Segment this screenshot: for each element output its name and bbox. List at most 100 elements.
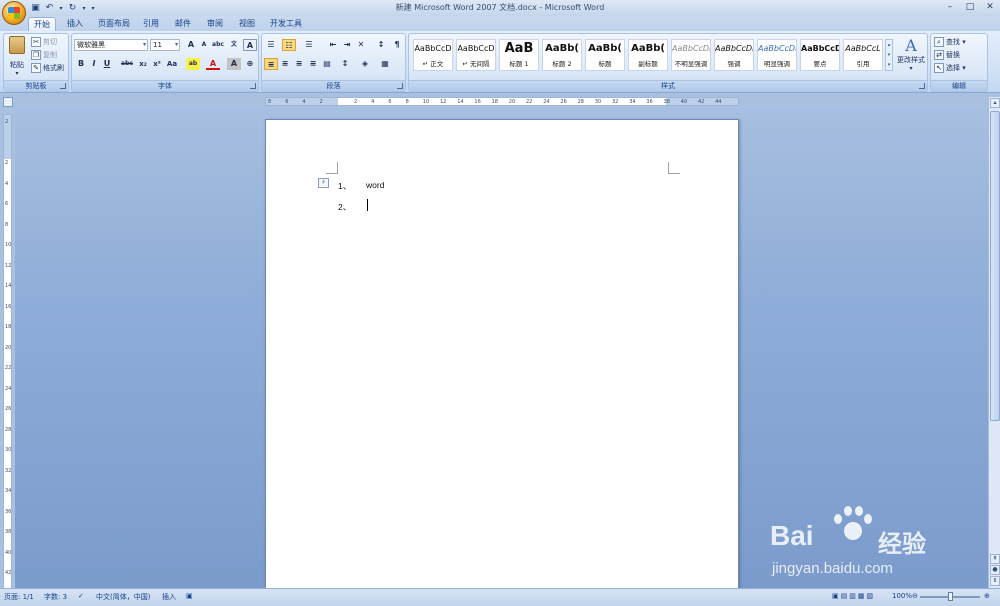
minimize-button[interactable]: – <box>944 1 956 13</box>
style-subtitle[interactable]: AaBb(副标题 <box>628 39 668 71</box>
close-button[interactable]: ✕ <box>984 1 996 13</box>
style-quote[interactable]: AaBbCcL 引用 <box>843 39 883 71</box>
horizontal-ruler[interactable]: 8 6 4 2 2 4 6 8 10 12 14 16 18 20 22 24 26 28 30 32 34 36 38 40… <box>265 97 739 106</box>
margin-corner-mark <box>326 162 338 174</box>
tab-page-layout[interactable]: 页面布局 <box>94 17 134 31</box>
select-button[interactable]: ↖ 选择 ▾ <box>934 63 966 73</box>
superscript-button[interactable]: x² <box>150 58 164 70</box>
scroll-thumb[interactable] <box>990 111 1000 421</box>
dialog-launcher-icon[interactable] <box>397 83 403 89</box>
subscript-button[interactable]: x₂ <box>136 58 150 70</box>
numbering-button[interactable]: ☷ <box>282 39 296 51</box>
style-heading-1[interactable]: AaB 标题 1 <box>499 39 539 71</box>
maximize-button[interactable]: □ <box>964 1 976 13</box>
style-heading-2[interactable]: AaBb(标题 2 <box>542 39 582 71</box>
styles-scroll[interactable]: ▴ ▾ ▾ <box>885 39 893 71</box>
font-family-select[interactable]: 微软雅黑 ▾ <box>74 39 148 51</box>
tab-developer[interactable]: 开发工具 <box>266 17 306 31</box>
style-strong[interactable]: AaBbCcDc要点 <box>800 39 840 71</box>
shrink-font-button[interactable]: A <box>197 39 211 51</box>
dialog-launcher-icon[interactable] <box>250 83 256 89</box>
replace-button[interactable]: ⇄ 替换 <box>934 50 960 60</box>
word-count[interactable]: 字数: 3 <box>44 592 67 602</box>
page-count[interactable]: 页面: 1/1 <box>4 592 34 602</box>
distributed-button[interactable]: ▤ <box>320 58 334 70</box>
tab-insert[interactable]: 插入 <box>62 17 88 31</box>
dialog-launcher-icon[interactable] <box>60 83 66 89</box>
borders-button[interactable]: ▦ <box>378 58 392 70</box>
highlight-button[interactable]: ab <box>186 58 200 70</box>
previous-page-icon[interactable]: ⇞ <box>990 554 1000 564</box>
clear-format-button[interactable]: abc <box>211 39 225 51</box>
align-center-button[interactable]: ≡ <box>278 58 292 70</box>
change-case-button[interactable]: Aa <box>165 58 179 70</box>
align-left-button[interactable]: ≡ <box>264 58 278 70</box>
italic-button[interactable]: I <box>87 58 101 70</box>
browse-object-icon[interactable]: ● <box>990 565 1000 575</box>
tab-review[interactable]: 审阅 <box>202 17 228 31</box>
underline-button[interactable]: U <box>100 58 114 70</box>
select-icon: ↖ <box>934 63 944 73</box>
zoom-level[interactable]: 100% <box>892 592 912 600</box>
ruler-tick-label: 38 <box>5 529 12 535</box>
ruler-toggle-button[interactable] <box>3 97 13 107</box>
justify-button[interactable]: ≡ <box>306 58 320 70</box>
office-button[interactable] <box>2 1 26 25</box>
decrease-indent-button[interactable]: ⇤ <box>326 39 340 51</box>
cut-button[interactable]: ✂ 剪切 <box>31 37 57 47</box>
tab-view[interactable]: 视图 <box>234 17 260 31</box>
style-normal[interactable]: AaBbCcD ↵ 正文 <box>413 39 453 71</box>
zoom-out-icon[interactable]: ⊖ <box>912 592 918 600</box>
align-right-button[interactable]: ≡ <box>292 58 306 70</box>
dialog-launcher-icon[interactable] <box>919 83 925 89</box>
macro-record-icon[interactable]: ▣ <box>186 592 193 600</box>
next-page-icon[interactable]: ⇟ <box>990 576 1000 586</box>
style-subtle-emphasis[interactable]: AaBbCcDı 不明显强调 <box>671 39 711 71</box>
format-painter-button[interactable]: ✎ 格式刷 <box>31 63 64 73</box>
style-title[interactable]: AaBb(标题 <box>585 39 625 71</box>
find-button[interactable]: ⌕ 查找 ▾ <box>934 37 966 47</box>
change-styles-button[interactable]: A 更改样式 ▾ <box>896 37 926 73</box>
insert-mode-indicator[interactable]: 插入 <box>162 592 176 602</box>
font-size-select[interactable]: 11 ▾ <box>150 39 180 51</box>
multilevel-list-button[interactable]: ☰ <box>302 39 316 51</box>
grow-font-button[interactable]: A <box>184 39 198 51</box>
scroll-up-icon[interactable]: ▴ <box>990 98 1000 108</box>
zoom-slider-knob[interactable] <box>948 592 953 601</box>
font-color-button[interactable]: A <box>206 58 220 70</box>
sort-button[interactable]: ↕ <box>374 39 388 51</box>
shading-button[interactable]: ◈ <box>358 58 372 70</box>
view-buttons[interactable]: ▣▤▥▦▧ <box>832 592 875 600</box>
line-spacing-button[interactable]: ↕ <box>338 58 352 70</box>
phonetic-guide-button[interactable]: 文 <box>227 39 241 51</box>
strikethrough-button[interactable]: abc <box>120 58 134 70</box>
ruler-tick-label: 16 <box>474 99 481 105</box>
document-page[interactable]: ⚡ 1、 word 2、 <box>265 119 739 588</box>
bold-button[interactable]: B <box>74 58 88 70</box>
style-intense-emphasis[interactable]: AaBbCcDı 明显强调 <box>757 39 797 71</box>
copy-button[interactable]: ❐ 复制 <box>31 50 57 60</box>
zoom-in-icon[interactable]: ⊕ <box>984 592 990 600</box>
char-shading-button[interactable]: A <box>227 58 241 70</box>
chinese-layout-button[interactable]: ✕ <box>354 39 368 51</box>
show-marks-button[interactable]: ¶ <box>390 39 404 51</box>
window-controls: – □ ✕ <box>944 1 996 13</box>
ruler-tick-label: 40 <box>5 549 12 556</box>
tab-references[interactable]: 引用 <box>138 17 164 31</box>
ruler-tick-label: 6 <box>285 99 289 105</box>
vertical-scrollbar[interactable]: ▴ ⇞ ● ⇟ <box>988 97 1000 588</box>
ruler-tick-label: 10 <box>5 242 12 248</box>
language-indicator[interactable]: 中文(简体，中国) <box>96 592 150 602</box>
proofing-icon[interactable]: ✓ <box>78 592 84 600</box>
bullets-button[interactable]: ☰ <box>264 39 278 51</box>
tab-home[interactable]: 开始 <box>28 17 56 31</box>
tab-mailings[interactable]: 邮件 <box>170 17 196 31</box>
style-no-spacing[interactable]: AaBbCcD ↵ 无间隔 <box>456 39 496 71</box>
char-border-button[interactable]: A <box>243 39 257 51</box>
autoformat-options-icon[interactable]: ⚡ <box>318 178 329 188</box>
paste-button[interactable]: 粘贴 ▾ <box>7 36 27 77</box>
enclose-char-button[interactable]: ⊕ <box>243 58 257 70</box>
vertical-ruler[interactable]: 2 2 4 6 8 10 12 14 16 18 20 22 24 26 28 30 32 34 36 38 40 42 <box>3 114 12 592</box>
style-emphasis[interactable]: AaBbCcDı 强调 <box>714 39 754 71</box>
increase-indent-button[interactable]: ⇥ <box>340 39 354 51</box>
